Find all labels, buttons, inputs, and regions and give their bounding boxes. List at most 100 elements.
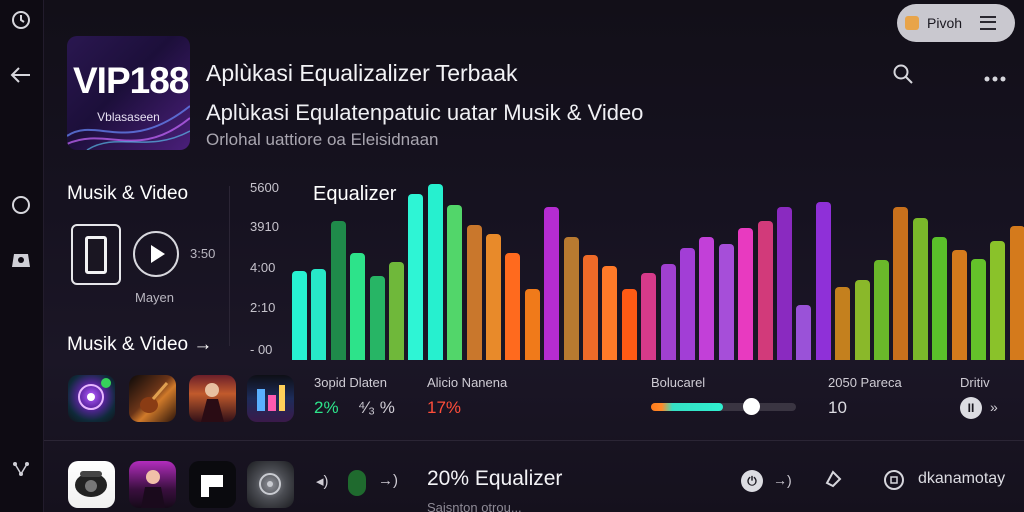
y-tick: 3910 bbox=[250, 219, 279, 234]
eq-bar[interactable] bbox=[912, 218, 928, 360]
eq-bar[interactable] bbox=[796, 305, 812, 360]
pause-icon[interactable]: II bbox=[960, 397, 982, 419]
search-icon[interactable] bbox=[892, 63, 914, 90]
app-developer[interactable]: Orlohal uattiore oa Eleisidnaan bbox=[206, 130, 438, 150]
volume-up-icon[interactable]: →) bbox=[378, 472, 398, 489]
eq-bar[interactable] bbox=[350, 253, 366, 360]
eq-bar[interactable] bbox=[292, 271, 307, 360]
equalizer-preset[interactable]: 20% Equalizer bbox=[427, 467, 562, 491]
eq-bar[interactable] bbox=[680, 248, 695, 360]
thumbnail-music-orb[interactable] bbox=[68, 375, 115, 422]
eq-bar[interactable] bbox=[757, 221, 773, 360]
eq-bar[interactable] bbox=[1009, 226, 1024, 360]
equalizer-label: Equalizer bbox=[313, 183, 397, 205]
slider-handle[interactable] bbox=[743, 398, 760, 415]
eq-bar[interactable] bbox=[815, 202, 831, 360]
eq-bar[interactable] bbox=[874, 260, 889, 360]
network-icon[interactable] bbox=[8, 456, 34, 482]
play-icon bbox=[151, 245, 165, 263]
profile-icon[interactable] bbox=[883, 469, 905, 496]
stat-value-2: 17% bbox=[427, 398, 462, 417]
thumbnail-guitar[interactable] bbox=[129, 375, 176, 422]
refresh-icon[interactable] bbox=[8, 7, 34, 33]
eq-bar[interactable] bbox=[563, 237, 579, 360]
eq-bar[interactable] bbox=[835, 287, 851, 360]
trailing-label: dkanamotay bbox=[918, 470, 1006, 487]
partial-caption: Saisnton otrou... bbox=[427, 500, 522, 512]
thumbnail-album-art[interactable] bbox=[247, 375, 294, 422]
eq-bar[interactable] bbox=[718, 244, 734, 360]
y-tick: 4:00 bbox=[250, 260, 276, 275]
stat-label-2: Alicio Nanena bbox=[427, 375, 508, 390]
eq-bar[interactable] bbox=[854, 280, 870, 360]
y-tick: - 00 bbox=[250, 342, 273, 357]
back-arrow-icon[interactable] bbox=[8, 62, 34, 88]
eq-bar[interactable] bbox=[447, 205, 463, 360]
stat-label-5: Dritiv bbox=[960, 375, 990, 390]
eq-bar[interactable] bbox=[932, 237, 948, 360]
balance-slider[interactable] bbox=[651, 403, 796, 411]
eq-bar[interactable] bbox=[369, 276, 385, 360]
slider-fill bbox=[651, 403, 723, 411]
thumbnail-speaker[interactable] bbox=[247, 461, 294, 508]
record-indicator-icon bbox=[348, 470, 366, 496]
eq-bar[interactable] bbox=[951, 250, 967, 360]
stat-label-3: Bolucarel bbox=[651, 375, 706, 390]
stat-label-1: 3opid Dlaten bbox=[314, 375, 387, 390]
lock-icon bbox=[905, 16, 919, 30]
circle-icon[interactable] bbox=[8, 192, 34, 218]
eq-bar[interactable] bbox=[583, 255, 598, 360]
account-pill[interactable]: Pivoh bbox=[897, 4, 1015, 42]
share-icon[interactable] bbox=[823, 469, 843, 494]
phone-music-icon[interactable] bbox=[71, 224, 121, 285]
thumbnail-singer[interactable] bbox=[189, 375, 236, 422]
eq-bar[interactable] bbox=[971, 259, 986, 360]
settings-badge-icon[interactable] bbox=[8, 247, 34, 273]
eq-bar[interactable] bbox=[990, 241, 1006, 360]
stat-label-4: 2050 Pareca bbox=[828, 375, 902, 390]
eq-bar[interactable] bbox=[602, 266, 618, 360]
eq-toggle-icon[interactable]: ⏻ bbox=[741, 470, 763, 492]
eq-bar[interactable] bbox=[505, 253, 521, 360]
eq-bar[interactable] bbox=[621, 289, 637, 360]
app-icon-brand: VIP188 bbox=[73, 60, 189, 101]
sound-icon[interactable]: →) bbox=[773, 472, 792, 488]
thumbnail-speaker-robot[interactable] bbox=[68, 461, 115, 508]
app-subtitle: Aplùkasi Equlatenpatuic uatar Musik & Vi… bbox=[206, 100, 644, 125]
eq-bar[interactable] bbox=[893, 207, 909, 360]
eq-bar[interactable] bbox=[738, 228, 754, 360]
eq-bar[interactable] bbox=[311, 269, 327, 360]
eq-bar[interactable] bbox=[777, 207, 792, 360]
eq-bar[interactable] bbox=[544, 207, 560, 360]
panel-divider bbox=[229, 186, 230, 346]
eq-bar[interactable] bbox=[660, 264, 676, 360]
row-divider bbox=[44, 440, 1024, 441]
eq-bar[interactable] bbox=[466, 225, 482, 360]
play-button[interactable] bbox=[133, 231, 179, 277]
thumbnail-logo[interactable] bbox=[189, 461, 236, 508]
app-icon[interactable]: VIP188 Vblasaseen bbox=[67, 36, 190, 150]
eq-bar[interactable] bbox=[699, 237, 715, 360]
eq-bar[interactable] bbox=[641, 273, 657, 360]
eq-bar[interactable] bbox=[408, 194, 424, 360]
forward-icon[interactable]: » bbox=[990, 399, 998, 415]
section-link-musik-video[interactable]: Musik & Video → bbox=[67, 334, 212, 356]
section-title-musik-video: Musik & Video bbox=[67, 183, 189, 204]
eq-bar[interactable] bbox=[330, 221, 346, 360]
eq-bar[interactable] bbox=[524, 289, 540, 360]
stat-value-4: 10 bbox=[828, 398, 847, 417]
app-title: Aplùkasi Equalizalizer Terbaak bbox=[206, 60, 518, 86]
player-caption: Mayen bbox=[135, 290, 175, 305]
volume-down-icon[interactable]: ◂) bbox=[316, 472, 329, 490]
stat-value-1a: 2% bbox=[314, 398, 339, 417]
thumbnail-woman[interactable] bbox=[129, 461, 176, 508]
eq-bar[interactable] bbox=[427, 184, 443, 360]
more-options-icon[interactable] bbox=[984, 70, 1006, 88]
stat-value-1b: ⁴⁄₃ % bbox=[358, 398, 395, 417]
app-icon-subtitle: Vblasaseen bbox=[97, 110, 160, 124]
play-time: 3:50 bbox=[190, 246, 216, 261]
eq-bar[interactable] bbox=[389, 262, 404, 360]
menu-lines-icon bbox=[980, 16, 997, 30]
eq-bar[interactable] bbox=[486, 234, 501, 360]
y-tick: 5600 bbox=[250, 180, 279, 195]
